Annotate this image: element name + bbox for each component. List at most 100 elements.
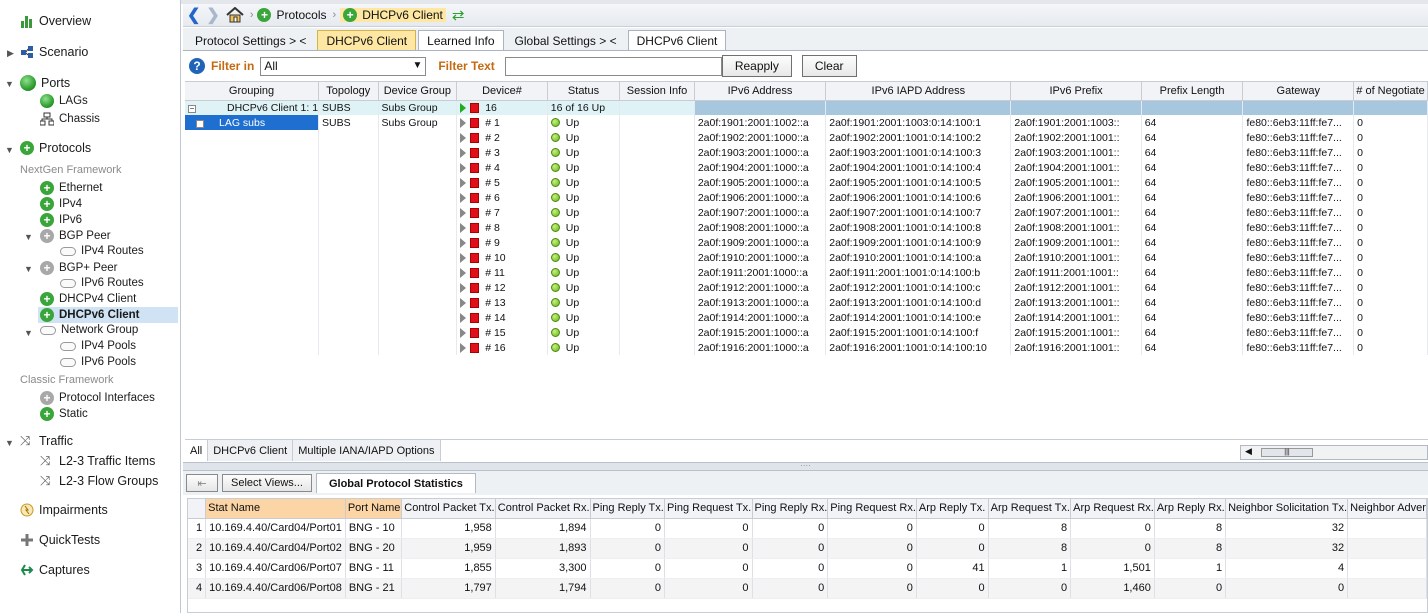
device-row[interactable]: # 5 Up 2a0f:1905:2001:1000::a 2a0f:1905:200… — [185, 175, 1428, 190]
subtab-multiple-options[interactable]: Multiple IANA/IAPD Options — [293, 440, 441, 461]
device-row[interactable]: # 13 Up 2a0f:1913:2001:1000::a 2a0f:1913:20… — [185, 295, 1428, 310]
lag-row[interactable]: − LAG subs SUBS Subs Group # 1 Up 2a0f:1901:20… — [185, 115, 1428, 130]
nav-overview[interactable]: Overview — [20, 14, 91, 28]
column-header[interactable]: IPv6 Prefix — [1010, 82, 1142, 101]
collapse-arrow-icon[interactable]: ▼ — [5, 79, 14, 89]
home-icon[interactable] — [226, 7, 244, 23]
nav-l23-traffic-items[interactable]: ⤨ L2-3 Traffic Items — [40, 454, 155, 469]
stats-column-header[interactable]: Ping Request Tx. — [664, 499, 753, 519]
column-header[interactable]: IPv6 Address — [694, 82, 827, 101]
stats-column-header[interactable]: Stat Name — [205, 499, 346, 519]
column-header[interactable]: Device Group — [378, 82, 458, 101]
nav-ipv4-pools[interactable]: IPv4 Pools — [60, 340, 136, 352]
device-row[interactable]: # 4 Up 2a0f:1904:2001:1000::a 2a0f:1904:200… — [185, 160, 1428, 175]
nav-captures[interactable]: Captures — [20, 563, 90, 577]
nav-ipv4[interactable]: + IPv4 — [40, 197, 82, 211]
device-row[interactable]: # 7 Up 2a0f:1907:2001:1000::a 2a0f:1907:200… — [185, 205, 1428, 220]
nav-chassis[interactable]: Chassis — [39, 112, 100, 126]
tab-global-settings[interactable]: Global Settings > < — [506, 30, 626, 50]
nav-network-group[interactable]: Network Group — [40, 324, 138, 336]
nav-protocol-interfaces[interactable]: + Protocol Interfaces — [40, 391, 155, 405]
device-row[interactable]: # 15 Up 2a0f:1915:2001:1000::a 2a0f:1915:20… — [185, 325, 1428, 340]
device-row[interactable]: # 3 Up 2a0f:1903:2001:1000::a 2a0f:1903:200… — [185, 145, 1428, 160]
play-icon[interactable] — [460, 222, 467, 233]
play-icon[interactable] — [460, 297, 467, 308]
stats-column-header[interactable]: Arp Reply Tx. — [916, 499, 989, 519]
device-row[interactable]: # 16 Up 2a0f:1916:2001:1000::a 2a0f:1916:20… — [185, 340, 1428, 355]
column-header[interactable]: Prefix Length — [1141, 82, 1244, 101]
panel-splitter[interactable]: ···· — [183, 462, 1428, 471]
stats-column-header[interactable]: Arp Request Rx. — [1070, 499, 1155, 519]
nav-bgp-peer[interactable]: + BGP Peer — [40, 229, 111, 243]
forward-arrow-icon[interactable]: ❯ — [206, 5, 219, 25]
collapse-arrow-icon[interactable]: ▼ — [5, 438, 14, 448]
play-icon[interactable] — [460, 237, 467, 248]
stats-column-header[interactable]: Arp Reply Rx. — [1154, 499, 1227, 519]
tab-protocol-settings[interactable]: Protocol Settings > < — [186, 30, 315, 50]
device-row[interactable]: # 8 Up 2a0f:1908:2001:1000::a 2a0f:1908:200… — [185, 220, 1428, 235]
collapse-box-icon[interactable]: − — [188, 104, 196, 113]
nav-ipv6[interactable]: + IPv6 — [40, 213, 82, 227]
column-header[interactable]: # of Negotiate — [1353, 82, 1428, 101]
column-header[interactable]: Device# — [456, 82, 548, 101]
tab-dhcpv6-client[interactable]: DHCPv6 Client — [317, 30, 417, 50]
select-views-button[interactable]: Select Views... — [222, 474, 312, 492]
device-row[interactable]: # 10 Up 2a0f:1910:2001:1000::a 2a0f:1910:20… — [185, 250, 1428, 265]
stats-column-header[interactable]: Neighbor Solicitation Tx. — [1225, 499, 1349, 519]
stats-column-header[interactable]: Control Packet Rx. — [495, 499, 591, 519]
play-icon[interactable] — [460, 162, 467, 173]
column-header[interactable]: Topology — [318, 82, 379, 101]
stats-row[interactable]: 2 10.169.4.40/Card04/Port02 BNG - 20 1,959 1… — [188, 538, 1427, 559]
stats-row[interactable]: 3 10.169.4.40/Card06/Port07 BNG - 11 1,855 3… — [188, 558, 1427, 579]
stats-row[interactable]: 4 10.169.4.40/Card06/Port08 BNG - 21 1,797 1… — [188, 578, 1427, 599]
stats-column-header[interactable]: Port Name — [345, 499, 403, 519]
subtab-dhcpv6-client[interactable]: DHCPv6 Client — [208, 440, 294, 461]
nav-ports[interactable]: Ports — [20, 75, 70, 91]
breadcrumb-dhcpv6[interactable]: + DHCPv6 Client — [340, 8, 446, 22]
nav-static[interactable]: + Static — [40, 407, 88, 421]
device-row[interactable]: # 14 Up 2a0f:1914:2001:1000::a 2a0f:1914:20… — [185, 310, 1428, 325]
play-icon[interactable] — [460, 132, 467, 143]
reapply-button[interactable]: Reapply — [721, 55, 792, 77]
tab-dhcpv6-client-global[interactable]: DHCPv6 Client — [627, 30, 727, 50]
expand-arrow-icon[interactable]: ▶ — [7, 48, 14, 59]
play-icon[interactable] — [460, 327, 467, 338]
play-icon[interactable] — [460, 252, 467, 263]
collapse-arrow-icon[interactable]: ▼ — [24, 232, 33, 242]
nav-impairments[interactable]: Impairments — [20, 503, 108, 517]
stats-column-header[interactable]: Control Packet Tx. — [401, 499, 496, 519]
stats-column-header[interactable]: Arp Request Tx. — [988, 499, 1072, 519]
column-header[interactable]: IPv6 IAPD Address — [825, 82, 1012, 101]
group-row[interactable]: − DHCPv6 Client 1: 1 SUBS Subs Group 16 1… — [185, 100, 1428, 115]
play-icon[interactable] — [460, 177, 467, 188]
collapse-arrow-icon[interactable]: ▼ — [5, 145, 14, 155]
device-row[interactable]: # 6 Up 2a0f:1906:2001:1000::a 2a0f:1906:200… — [185, 190, 1428, 205]
refresh-icon[interactable]: ⇄ — [452, 6, 465, 24]
nav-l23-flow-groups[interactable]: ⤨ L2-3 Flow Groups — [40, 474, 158, 489]
nav-ipv6-routes[interactable]: IPv6 Routes — [60, 277, 144, 289]
device-row[interactable]: # 9 Up 2a0f:1909:2001:1000::a 2a0f:1909:200… — [185, 235, 1428, 250]
tab-global-protocol-statistics[interactable]: Global Protocol Statistics — [315, 473, 476, 493]
column-header[interactable]: Gateway — [1242, 82, 1355, 101]
back-arrow-icon[interactable]: ❮ — [187, 5, 200, 25]
nav-dhcpv6-client[interactable]: + DHCPv6 Client — [38, 307, 178, 323]
play-icon[interactable] — [460, 267, 467, 278]
device-row[interactable]: # 12 Up 2a0f:1912:2001:1000::a 2a0f:1912:20… — [185, 280, 1428, 295]
play-icon[interactable] — [460, 192, 467, 203]
stats-column-header[interactable]: Ping Reply Tx. — [590, 499, 666, 519]
play-icon[interactable] — [460, 117, 467, 128]
nav-protocols[interactable]: + Protocols — [20, 141, 91, 155]
stats-column-header[interactable]: Ping Request Rx. — [827, 499, 917, 519]
tab-learned-info[interactable]: Learned Info — [418, 30, 504, 50]
nav-ipv6-pools[interactable]: IPv6 Pools — [60, 356, 136, 368]
play-icon[interactable] — [460, 342, 467, 353]
help-icon[interactable]: ? — [189, 58, 205, 74]
nav-lags[interactable]: LAGs — [40, 94, 88, 108]
column-header[interactable]: Status — [547, 82, 621, 101]
scroll-thumb[interactable]: ||| — [1261, 448, 1313, 457]
nav-dhcpv4-client[interactable]: + DHCPv4 Client — [40, 292, 136, 306]
play-icon[interactable] — [460, 282, 467, 293]
nav-quicktests[interactable]: QuickTests — [20, 533, 100, 547]
column-header[interactable]: Session Info — [619, 82, 695, 101]
pin-button[interactable]: ⇤ — [186, 474, 218, 492]
